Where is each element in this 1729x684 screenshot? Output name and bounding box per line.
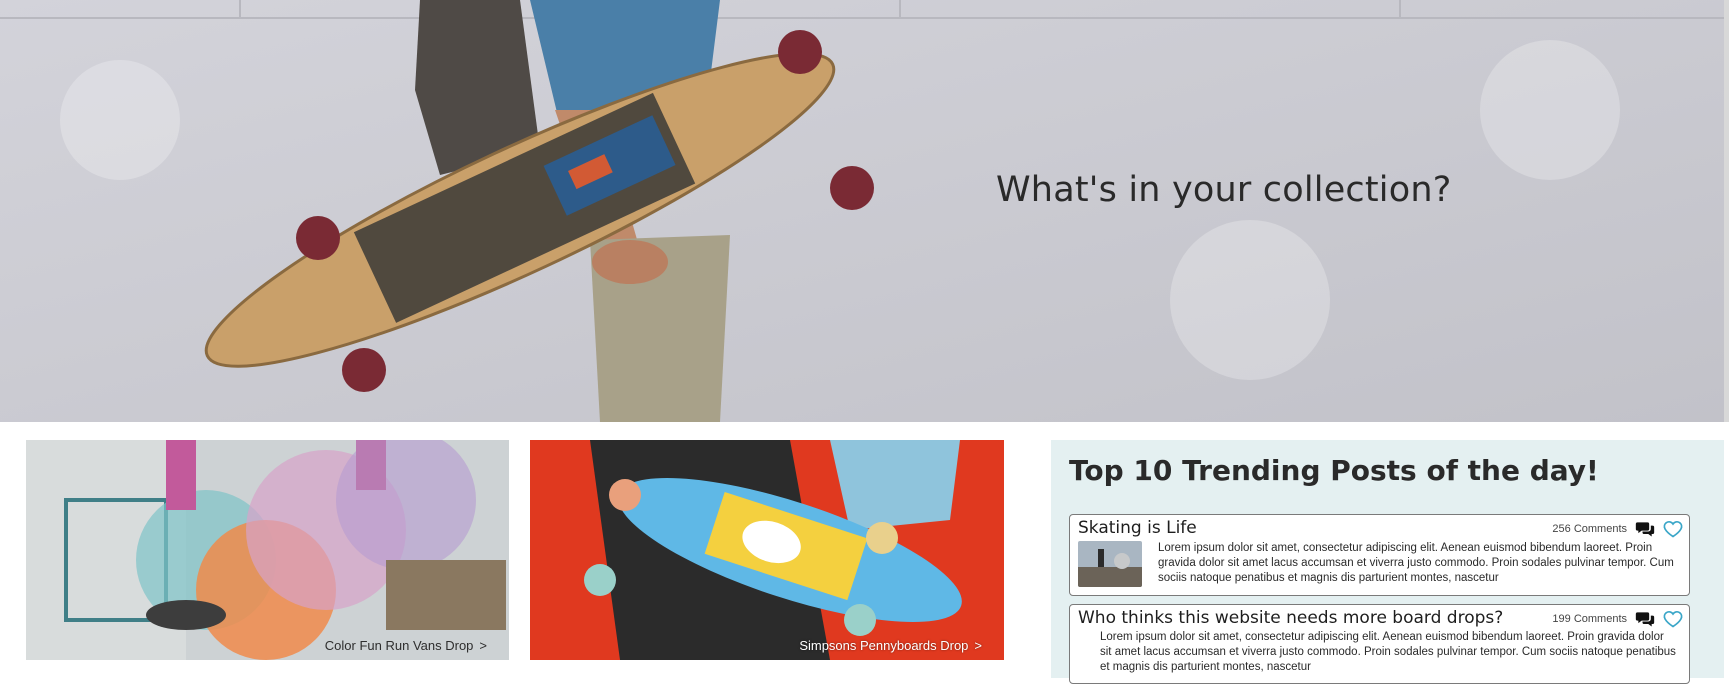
post-title[interactable]: Who thinks this website needs more board… — [1078, 608, 1503, 628]
promo-caption-text: Color Fun Run Vans Drop — [324, 638, 474, 653]
comment-bubbles-icon[interactable] — [1635, 609, 1655, 629]
heart-outline-icon[interactable] — [1663, 609, 1683, 629]
post-excerpt: Lorem ipsum dolor sit amet, consectetur … — [1158, 542, 1674, 584]
color-fun-run-image — [26, 440, 509, 660]
hero-edge-bar — [1724, 0, 1729, 422]
promo-card-color-fun-run[interactable]: Color Fun Run Vans Drop > — [26, 440, 509, 660]
comment-bubbles-icon[interactable] — [1635, 519, 1655, 539]
hero-headline: What's in your collection? — [996, 170, 1452, 210]
promo-caption-color-fun-run: Color Fun Run Vans Drop > — [325, 638, 487, 653]
post-comment-count[interactable]: 256 Comments — [1552, 523, 1627, 535]
trending-title: Top 10 Trending Posts of the day! — [1069, 454, 1599, 487]
promo-card-simpsons-pennyboards[interactable]: Simpsons Pennyboards Drop > — [530, 440, 1004, 660]
heart-outline-icon[interactable] — [1663, 519, 1683, 539]
post-meta: 199 Comments — [1552, 609, 1683, 629]
post-excerpt: Lorem ipsum dolor sit amet, consectetur … — [1100, 631, 1676, 673]
promo-caption-text: Simpsons Pennyboards Drop — [799, 638, 969, 653]
chevron-right-icon: > — [974, 638, 982, 653]
promo-caption-simpsons: Simpsons Pennyboards Drop > — [799, 638, 982, 653]
hero-banner: What's in your collection? — [0, 0, 1729, 422]
chevron-right-icon: > — [479, 638, 487, 653]
post-title[interactable]: Skating is Life — [1078, 518, 1197, 538]
trending-posts-panel: Top 10 Trending Posts of the day! Skatin… — [1051, 440, 1724, 684]
post-meta: 256 Comments — [1552, 519, 1683, 539]
post-thumbnail[interactable] — [1078, 541, 1142, 587]
simpsons-pennyboard-image — [530, 440, 1004, 660]
trending-post[interactable]: Skating is Life 256 Comments Lorem ipsum… — [1069, 514, 1690, 596]
trending-post[interactable]: Who thinks this website needs more board… — [1069, 604, 1690, 684]
skater-holding-longboard-image — [204, 0, 874, 422]
post-comment-count[interactable]: 199 Comments — [1552, 613, 1627, 625]
